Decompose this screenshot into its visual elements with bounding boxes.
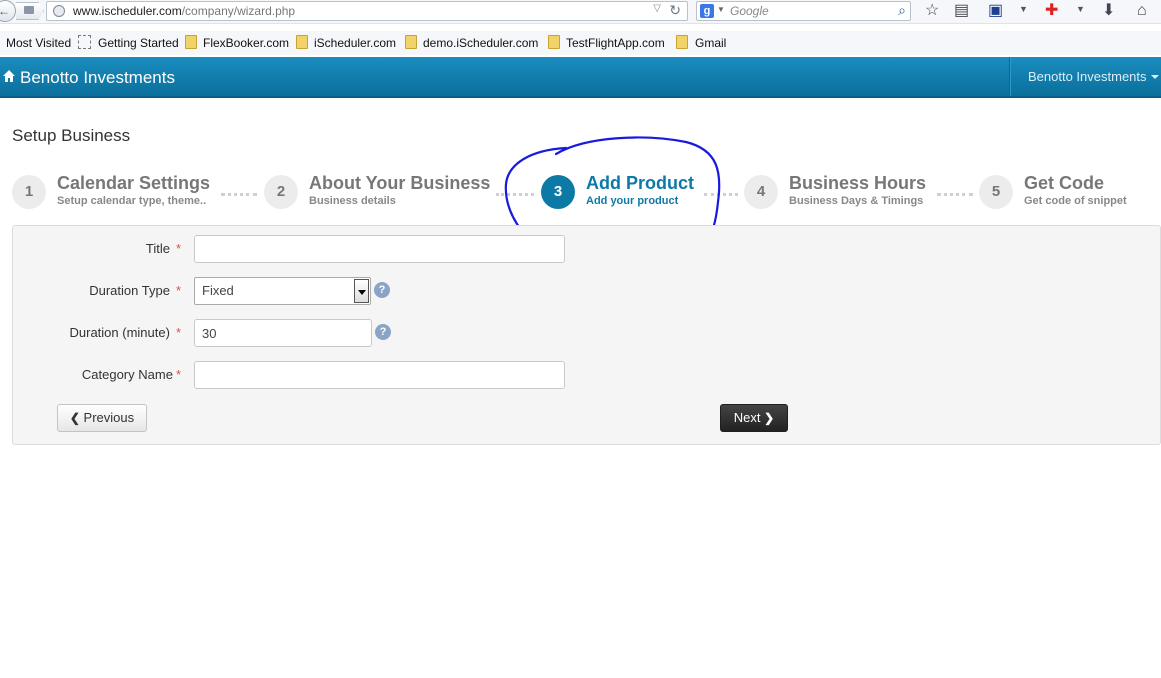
globe-icon [53,5,65,17]
user-name: Benotto Investments [1028,69,1147,84]
url-text: www.ischeduler.com/company/wizard.php [73,4,295,18]
category-label: Category Name * [82,367,181,382]
step-title: Add Product [586,173,694,193]
duration-label-text: Duration (minute) [69,325,170,340]
app-header: Benotto Investments Benotto Investments [0,57,1161,98]
step-number: 1 [12,175,46,209]
step-subtitle: Setup calendar type, theme.. [57,195,207,207]
bookmark-star-icon[interactable]: ☆ [925,1,939,21]
bookmark-gmail[interactable]: Gmail [695,36,726,50]
previous-button[interactable]: ❮ Previous [57,404,147,432]
duration-type-select[interactable]: Fixed [194,277,371,305]
step-connector [704,193,738,196]
step-title: Get Code [1024,173,1105,193]
back-arrow-icon: ← [0,4,10,18]
bookmark-ischeduler[interactable]: iScheduler.com [314,36,396,50]
first-aid-icon[interactable]: ✚ [1045,1,1058,21]
reader-icon[interactable]: ▤ [954,1,969,21]
step-title: Business Hours [789,173,927,193]
download-icon[interactable]: ⬇ [1102,1,1115,21]
next-label: Next [733,410,761,425]
folder-icon [185,35,197,49]
step-connector [221,193,257,196]
duration-help-icon[interactable]: ? [375,324,391,340]
duration-type-value: Fixed [202,283,234,298]
title-label-text: Title [145,241,170,256]
page-title: Setup Business [12,126,131,145]
step-connector [937,193,973,196]
bookmark-demo-ischeduler[interactable]: demo.iScheduler.com [423,36,538,50]
magnifier-icon[interactable]: ⌕ [898,2,906,19]
category-input[interactable] [194,361,565,389]
step-connector [496,193,534,196]
url-dropdown-icon[interactable]: ▽ [653,3,661,14]
folder-icon [676,35,688,49]
step-subtitle: Add your product [586,195,679,207]
google-icon[interactable]: g [700,4,714,18]
category-label-text: Category Name [81,367,173,382]
duration-type-label: Duration Type * [89,283,181,298]
bookmarks-toolbar: Most Visited Getting Started FlexBooker.… [0,31,1161,55]
duration-input[interactable] [194,319,372,347]
home-icon[interactable] [3,70,15,82]
bookmark-testflightapp[interactable]: TestFlightApp.com [566,36,665,50]
duration-label: Duration (minute) * [70,325,182,340]
bookmark-getting-started[interactable]: Getting Started [98,36,179,50]
required-mark: * [175,367,181,382]
required-mark: * [175,325,181,340]
bookmark-flexbooker[interactable]: FlexBooker.com [203,36,289,50]
addon-dropdown-icon[interactable]: ▼ [1076,4,1085,14]
url-path: /company/wizard.php [181,4,296,18]
step-subtitle: Business details [309,195,396,207]
url-bar[interactable]: www.ischeduler.com/company/wizard.php ▽ … [46,1,688,21]
caret-down-icon [1151,75,1159,79]
chevron-right-icon: ❯ [764,411,775,425]
step-number: 5 [979,175,1013,209]
required-mark: * [175,241,181,256]
previous-label: Previous [83,410,135,425]
engine-dropdown-icon[interactable]: ▼ [717,5,725,14]
chevron-down-icon [358,290,366,295]
title-input[interactable] [194,235,565,263]
next-button[interactable]: Next ❯ [720,404,788,432]
step-title: Calendar Settings [57,173,211,193]
duration-type-help-icon[interactable]: ? [374,282,390,298]
search-bar[interactable]: g ▼ Google ⌕ [696,1,911,21]
save-icon[interactable]: ▣ [988,1,1003,21]
folder-icon [296,35,308,49]
search-placeholder: Google [730,4,769,18]
bookmark-most-visited[interactable]: Most Visited [6,36,71,50]
reload-icon[interactable]: ↻ [669,2,681,19]
history-button[interactable] [16,2,44,20]
chevron-left-icon: ❮ [69,411,80,425]
user-menu[interactable]: Benotto Investments [1009,57,1161,96]
back-button[interactable]: ← [0,0,16,22]
step-number: 2 [264,175,298,209]
url-host: www.ischeduler.com [73,4,182,18]
brand-link[interactable]: Benotto Investments [20,68,175,88]
home-page-icon[interactable]: ⌂ [1137,1,1147,21]
step-subtitle: Get code of snippet [1024,195,1127,207]
step-number: 4 [744,175,778,209]
select-dropdown-button[interactable] [354,279,369,303]
folder-icon [405,35,417,49]
history-icon [24,6,34,14]
browser-toolbar: ← www.ischeduler.com/company/wizard.php … [0,0,1161,24]
required-mark: * [175,283,181,298]
product-form: Title * Duration Type * Fixed ? Duration (… [12,225,1161,445]
step-subtitle: Business Days & Timings [789,195,924,207]
page-icon [78,35,91,49]
title-label: Title * [146,241,181,256]
save-dropdown-icon[interactable]: ▼ [1019,4,1028,14]
duration-type-label-text: Duration Type [89,283,170,298]
folder-icon [548,35,560,49]
step-title: About Your Business [309,173,491,193]
step-number: 3 [541,175,575,209]
